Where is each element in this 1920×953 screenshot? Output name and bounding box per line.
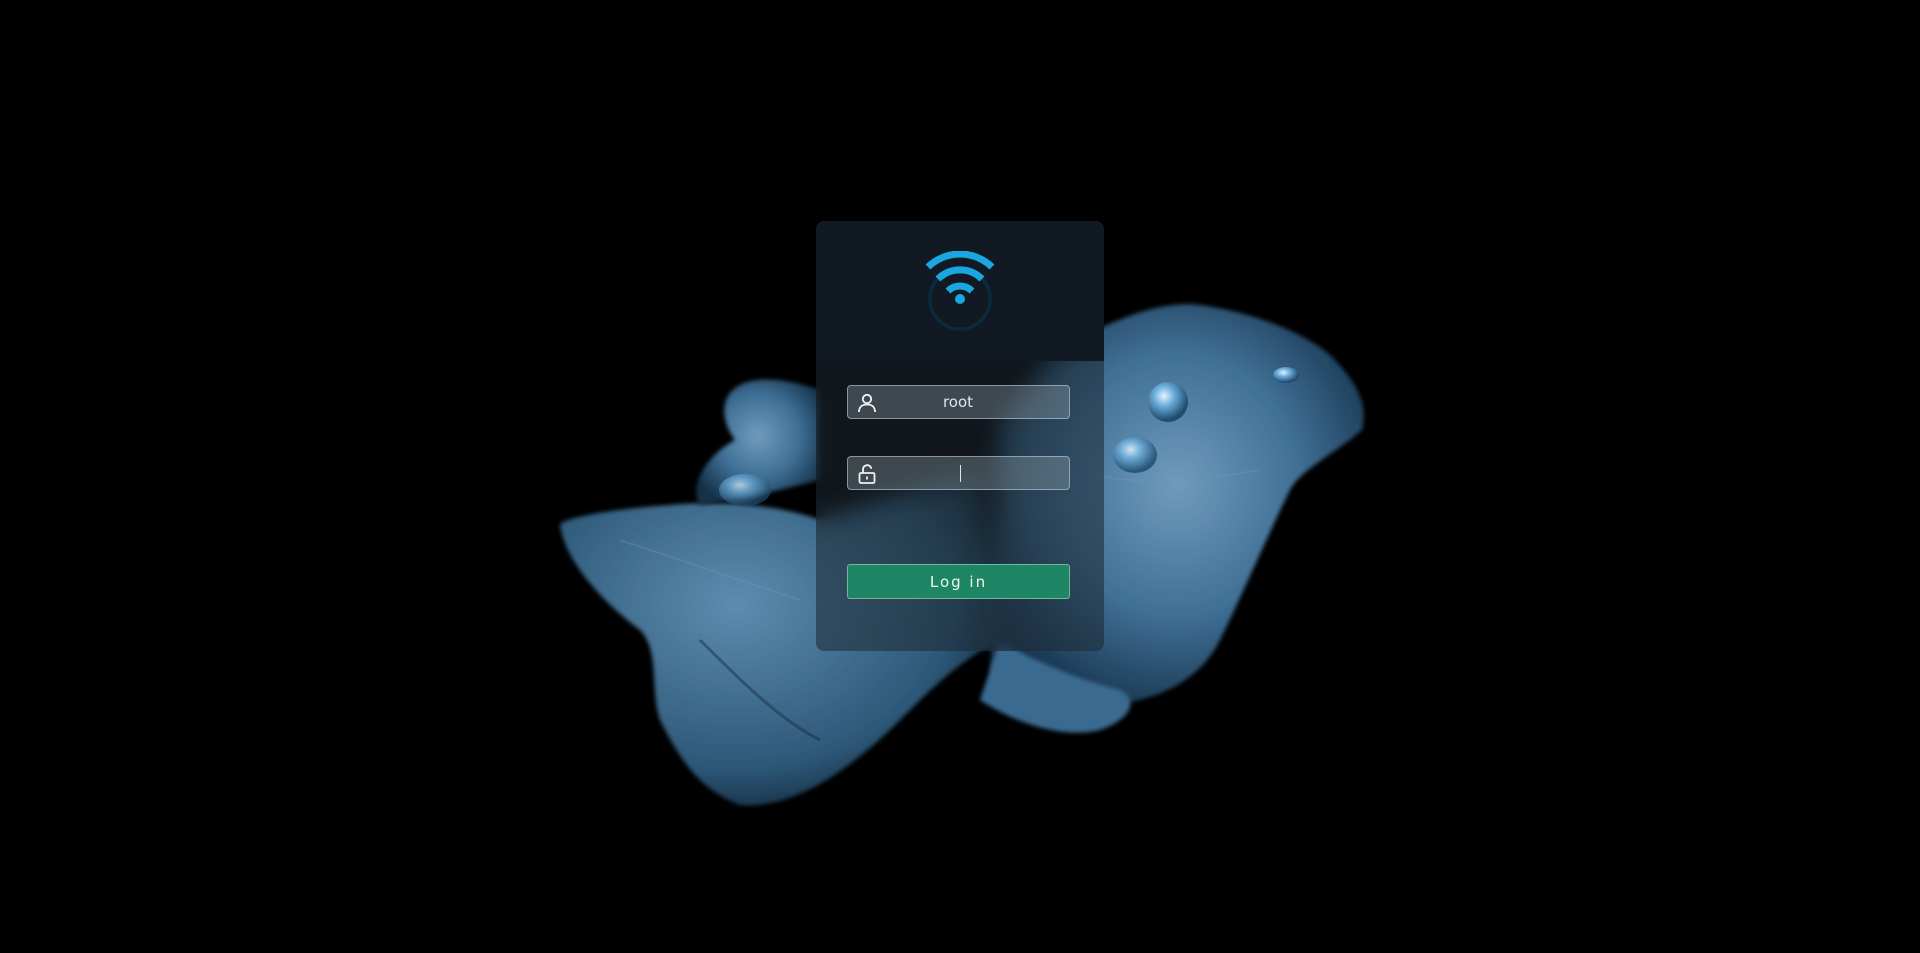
username-input[interactable] bbox=[884, 386, 1032, 418]
password-input[interactable] bbox=[884, 457, 1032, 489]
login-button[interactable]: Log in bbox=[847, 564, 1070, 599]
username-field[interactable] bbox=[847, 385, 1070, 419]
text-cursor bbox=[960, 465, 961, 482]
unlock-icon bbox=[858, 464, 876, 484]
password-field[interactable] bbox=[847, 456, 1070, 490]
wifi-logo-icon bbox=[925, 251, 995, 331]
user-icon bbox=[858, 393, 876, 413]
login-card: Log in bbox=[816, 221, 1104, 651]
